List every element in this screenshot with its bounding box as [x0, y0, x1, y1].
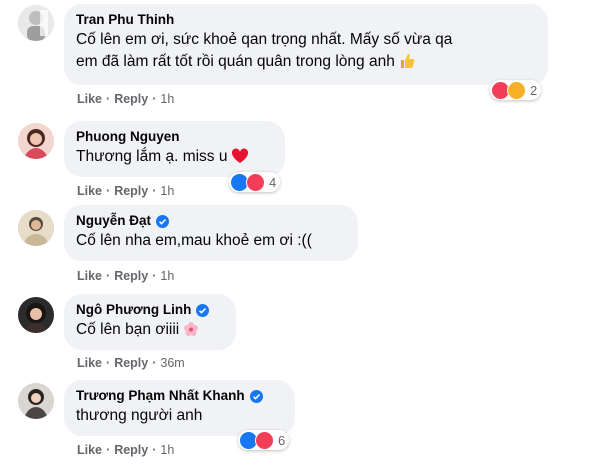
reply-link[interactable]: Reply [114, 92, 148, 106]
cherry-blossom-emoji [183, 321, 199, 344]
verified-badge-icon [196, 303, 210, 317]
reply-link[interactable]: Reply [114, 269, 148, 283]
haha-reaction-icon [507, 80, 526, 100]
avatar[interactable] [18, 5, 54, 41]
thumbs-up-emoji [399, 53, 415, 76]
red-heart-emoji [231, 148, 249, 171]
avatar[interactable] [18, 297, 54, 333]
comment-actions: Like · Reply · 36m [77, 356, 185, 370]
love-reaction-icon [255, 430, 274, 450]
like-link[interactable]: Like [77, 269, 102, 283]
commenter-name[interactable]: Trương Phạm Nhất Khanh [76, 387, 283, 405]
comment-bubble: Tran Phu Thinh Cố lên em ơi, sức khoẻ qa… [64, 4, 548, 85]
separator-dot: · [152, 92, 157, 106]
separator-dot: · [152, 356, 157, 370]
commenter-name[interactable]: Nguyễn Đạt [76, 212, 346, 230]
reaction-count: 6 [278, 432, 286, 448]
comment-bubble: Trương Phạm Nhất Khanh thương người anh [64, 380, 295, 436]
verified-badge-icon [156, 214, 170, 228]
separator-dot: · [152, 443, 157, 457]
timestamp[interactable]: 36m [160, 356, 184, 370]
like-link[interactable]: Like [77, 443, 102, 457]
comment-text: thương người anh [76, 407, 203, 424]
reply-link[interactable]: Reply [114, 443, 148, 457]
reaction-summary[interactable]: 6 [238, 430, 290, 450]
reply-link[interactable]: Reply [114, 356, 148, 370]
comment-actions: Like · Reply · 1h [77, 184, 174, 198]
timestamp[interactable]: 1h [160, 92, 174, 106]
comment-actions: Like · Reply · 1h [77, 269, 174, 283]
comment-bubble: Phuong Nguyen Thương lắm ạ. miss u [64, 121, 285, 177]
reaction-summary[interactable]: 4 [229, 172, 281, 192]
reaction-count: 4 [269, 174, 277, 190]
verified-badge-icon [249, 389, 263, 403]
comment-text: em đã làm rất tốt rồi quán quân trong lò… [76, 51, 536, 76]
avatar[interactable] [18, 123, 54, 159]
comment-text: Cố lên em ơi, sức khoẻ qan trọng nhất. M… [76, 31, 453, 48]
avatar[interactable] [18, 210, 54, 246]
avatar[interactable] [18, 383, 54, 419]
reaction-summary[interactable]: 2 [490, 80, 542, 100]
separator-dot: · [152, 184, 157, 198]
separator-dot: · [106, 356, 111, 370]
separator-dot: · [106, 184, 111, 198]
like-link[interactable]: Like [77, 92, 102, 106]
separator-dot: · [106, 92, 111, 106]
comment-actions: Like · Reply · 1h [77, 443, 174, 457]
timestamp[interactable]: 1h [160, 443, 174, 457]
commenter-name[interactable]: Tran Phu Thinh [76, 11, 536, 29]
separator-dot: · [152, 269, 157, 283]
like-link[interactable]: Like [77, 184, 102, 198]
comment-bubble: Ngô Phương Linh Cố lên bạn ơiiii [64, 294, 236, 350]
comment-actions: Like · Reply · 1h [77, 92, 174, 106]
reply-link[interactable]: Reply [114, 184, 148, 198]
timestamp[interactable]: 1h [160, 269, 174, 283]
commenter-name[interactable]: Phuong Nguyen [76, 128, 273, 146]
timestamp[interactable]: 1h [160, 184, 174, 198]
comment-bubble: Nguyễn Đạt Cố lên nha em,mau khoẻ em ơi … [64, 205, 358, 261]
love-reaction-icon [246, 172, 265, 192]
reaction-count: 2 [530, 82, 538, 98]
commenter-name[interactable]: Ngô Phương Linh [76, 301, 224, 319]
separator-dot: · [106, 443, 111, 457]
comment-text: Cố lên nha em,mau khoẻ em ơi :(( [76, 232, 312, 249]
comment-text: Thương lắm ạ. miss u [76, 146, 273, 171]
comment-text: Cố lên bạn ơiiii [76, 319, 224, 344]
like-link[interactable]: Like [77, 356, 102, 370]
separator-dot: · [106, 269, 111, 283]
